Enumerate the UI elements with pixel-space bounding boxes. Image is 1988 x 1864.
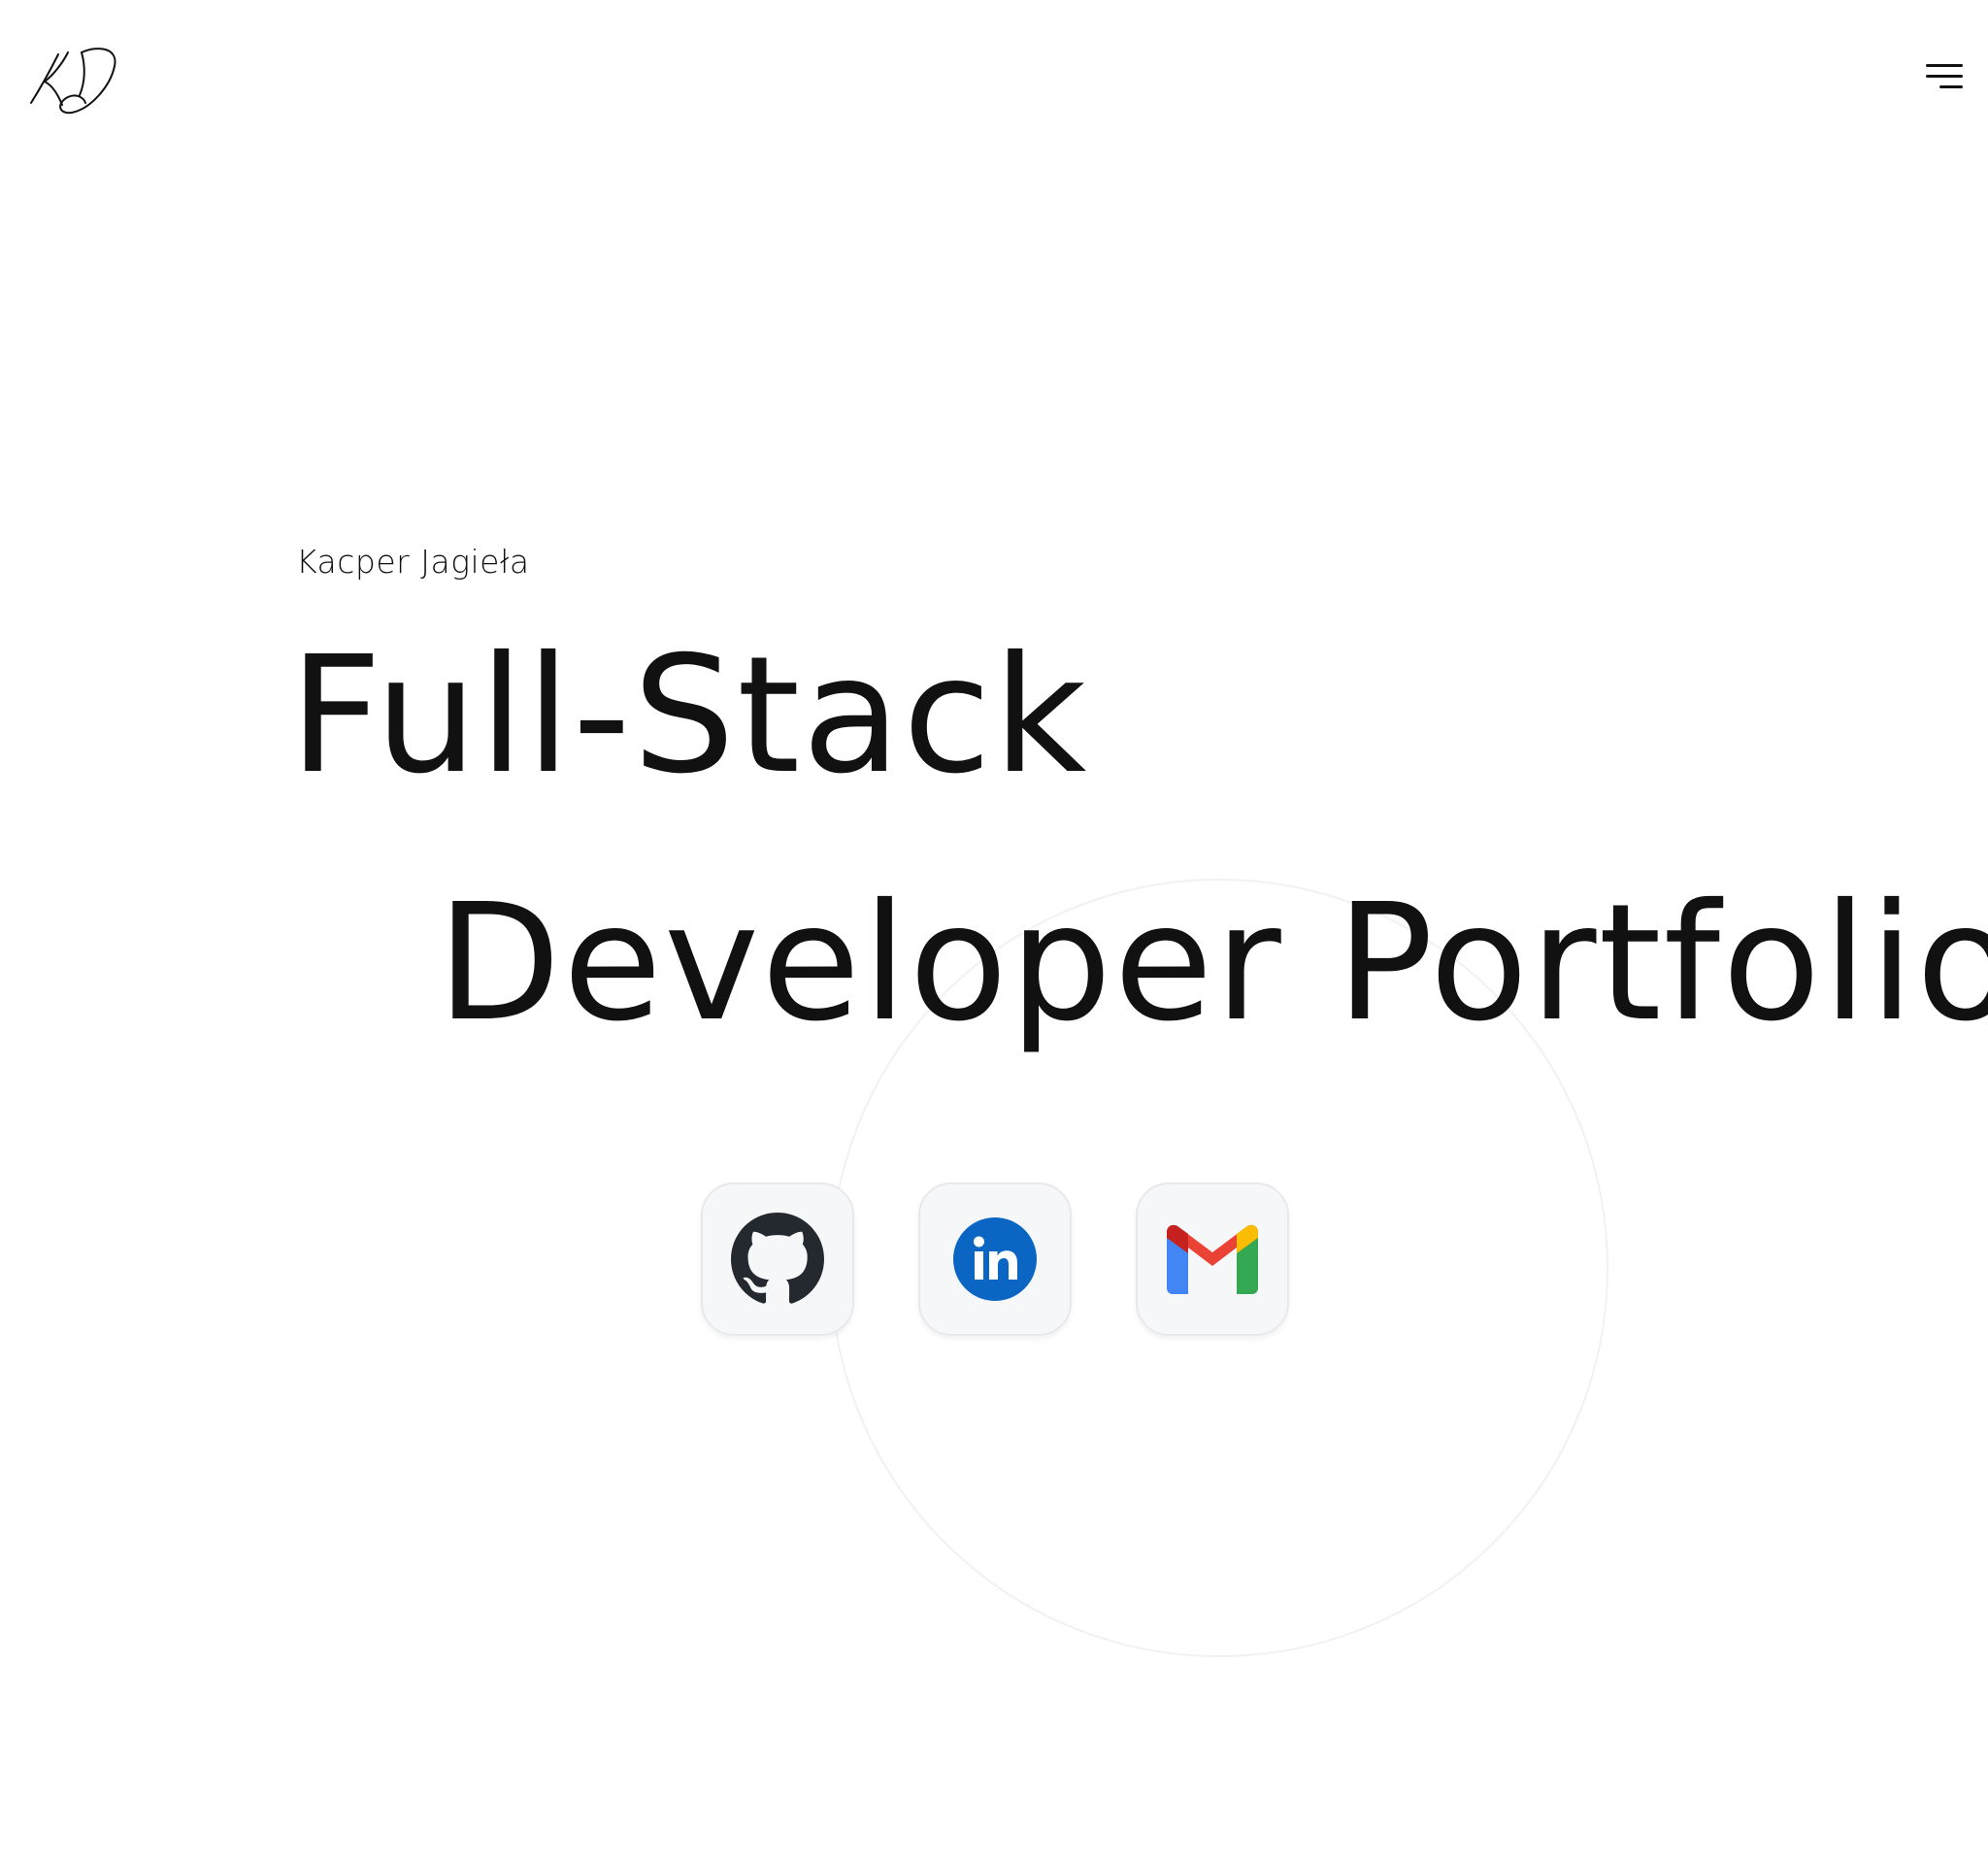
headline-line-1: Full-Stack (289, 622, 1089, 810)
gmail-link[interactable] (1136, 1182, 1289, 1336)
github-link[interactable] (701, 1182, 854, 1336)
kj-signature-logo-icon[interactable] (29, 43, 118, 116)
linkedin-link[interactable] (918, 1182, 1072, 1336)
social-links (701, 1182, 1289, 1336)
page: Kacper Jagieła Full-Stack Developer Port… (0, 0, 1988, 1864)
headline-line-2: Developer Portfolio (437, 870, 1988, 1057)
gmail-icon (1167, 1224, 1258, 1294)
author-name: Kacper Jagieła (296, 543, 530, 581)
github-icon (731, 1213, 824, 1304)
linkedin-icon (953, 1217, 1037, 1301)
menu-button[interactable] (1918, 58, 1963, 97)
